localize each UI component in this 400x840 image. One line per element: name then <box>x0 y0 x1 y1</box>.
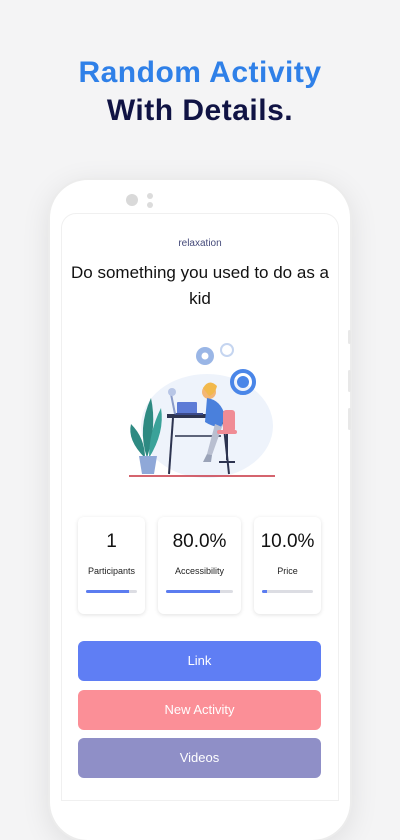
progress-bar <box>86 590 137 593</box>
phone-side-button <box>348 370 351 392</box>
headline-line-2: With Details. <box>106 94 294 127</box>
new-activity-button[interactable]: New Activity <box>78 690 321 730</box>
front-camera <box>126 194 138 206</box>
phone-sensor <box>147 202 153 208</box>
stat-card-price: 10.0% Price <box>254 517 321 614</box>
headline-line-1: Random Activity <box>78 56 322 89</box>
videos-button[interactable]: Videos <box>78 738 321 778</box>
progress-bar <box>166 590 233 593</box>
stat-label: Price <box>277 566 298 576</box>
activity-category: relaxation <box>178 238 222 249</box>
progress-fill <box>262 590 268 593</box>
progress-fill <box>86 590 130 593</box>
phone-sensor <box>147 193 153 199</box>
phone-side-button <box>348 408 351 430</box>
progress-bar <box>262 590 313 593</box>
stat-value: 80.0% <box>172 531 227 552</box>
stat-label: Accessibility <box>174 566 224 576</box>
link-button[interactable]: Link <box>78 641 321 681</box>
activity-title: Do something you used to do as a kid <box>71 263 329 308</box>
stat-card-accessibility: 80.0% Accessibility <box>158 517 241 614</box>
phone-side-button <box>348 330 351 344</box>
stat-value: 10.0% <box>260 531 315 552</box>
stat-card-participants: 1 Participants <box>78 517 145 614</box>
stat-label: Participants <box>87 566 136 576</box>
promo-headline: Random Activity With Details. <box>0 54 400 130</box>
activity-illustration <box>129 343 275 478</box>
progress-fill <box>166 590 220 593</box>
stat-value: 1 <box>106 531 117 552</box>
